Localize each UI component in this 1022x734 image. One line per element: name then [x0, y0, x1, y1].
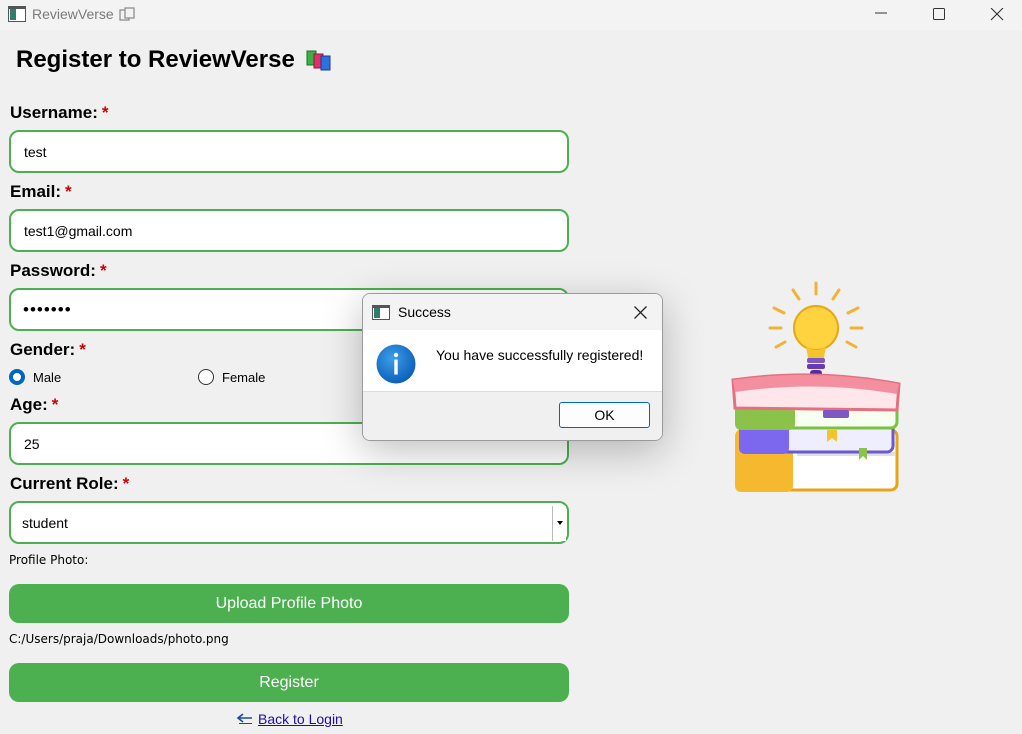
close-icon [634, 306, 647, 319]
gender-option-label: Male [33, 369, 62, 385]
profile-photo-label: Profile Photo: [9, 553, 89, 567]
close-icon [990, 8, 1004, 21]
minimize-icon [875, 12, 887, 14]
role-label: Current Role: * [10, 474, 130, 493]
dialog-ok-button[interactable]: OK [559, 402, 650, 428]
dialog-titlebar: Success [363, 294, 662, 330]
email-input[interactable]: test1@gmail.com [9, 209, 569, 252]
password-label: Password: * [10, 261, 107, 280]
minimize-button[interactable] [852, 0, 910, 30]
photo-path-text: C:/Users/praja/Downloads/photo.png [9, 632, 229, 646]
window-titlebar: ReviewVerse [0, 0, 1022, 30]
maximize-icon [933, 8, 945, 20]
gender-option-label: Female [222, 369, 266, 385]
books-emoji-icon [306, 50, 331, 71]
books-lightbulb-illustration [731, 281, 901, 492]
gender-radio-female[interactable]: Female [198, 369, 265, 385]
maximize-button[interactable] [910, 0, 968, 30]
info-icon [376, 344, 416, 384]
success-dialog: Success You have successfully registered… [362, 293, 663, 441]
role-select-value: student [22, 515, 68, 531]
app-window-icon [372, 305, 390, 320]
email-label: Email: * [10, 182, 72, 201]
radio-icon [198, 369, 214, 385]
required-mark: * [99, 261, 107, 280]
age-label: Age: * [10, 395, 59, 414]
role-select[interactable]: student [9, 501, 569, 544]
dialog-title: Success [398, 304, 451, 320]
window-title: ReviewVerse [32, 6, 114, 22]
gender-radio-male[interactable]: Male [9, 369, 61, 385]
username-label: Username: * [10, 103, 109, 122]
required-mark: * [79, 340, 86, 359]
username-input[interactable]: test [9, 130, 569, 173]
dialog-message: You have successfully registered! [436, 347, 644, 363]
required-mark: * [51, 395, 59, 414]
gender-label: Gender: * [10, 340, 86, 359]
dialog-body: You have successfully registered! [363, 330, 662, 391]
required-mark: * [65, 182, 72, 201]
back-to-login-link[interactable]: Back to Login [236, 711, 343, 727]
back-to-login-text: Back to Login [258, 711, 343, 727]
register-button[interactable]: Register [9, 663, 569, 702]
page-title-text: Register to ReviewVerse [16, 46, 295, 73]
close-window-button[interactable] [968, 0, 1022, 30]
radio-icon [9, 369, 25, 385]
app-window-icon [8, 6, 26, 22]
required-mark: * [101, 103, 109, 122]
upload-photo-button[interactable]: Upload Profile Photo [9, 584, 569, 623]
dialog-footer: OK [363, 391, 662, 440]
dropdown-arrow-icon[interactable] [552, 506, 566, 541]
required-mark: * [122, 474, 130, 493]
page-title: Register to ReviewVerse [16, 46, 333, 74]
dialog-close-button[interactable] [618, 294, 662, 330]
books-emoji-icon [119, 7, 135, 21]
back-arrow-icon [236, 713, 252, 724]
